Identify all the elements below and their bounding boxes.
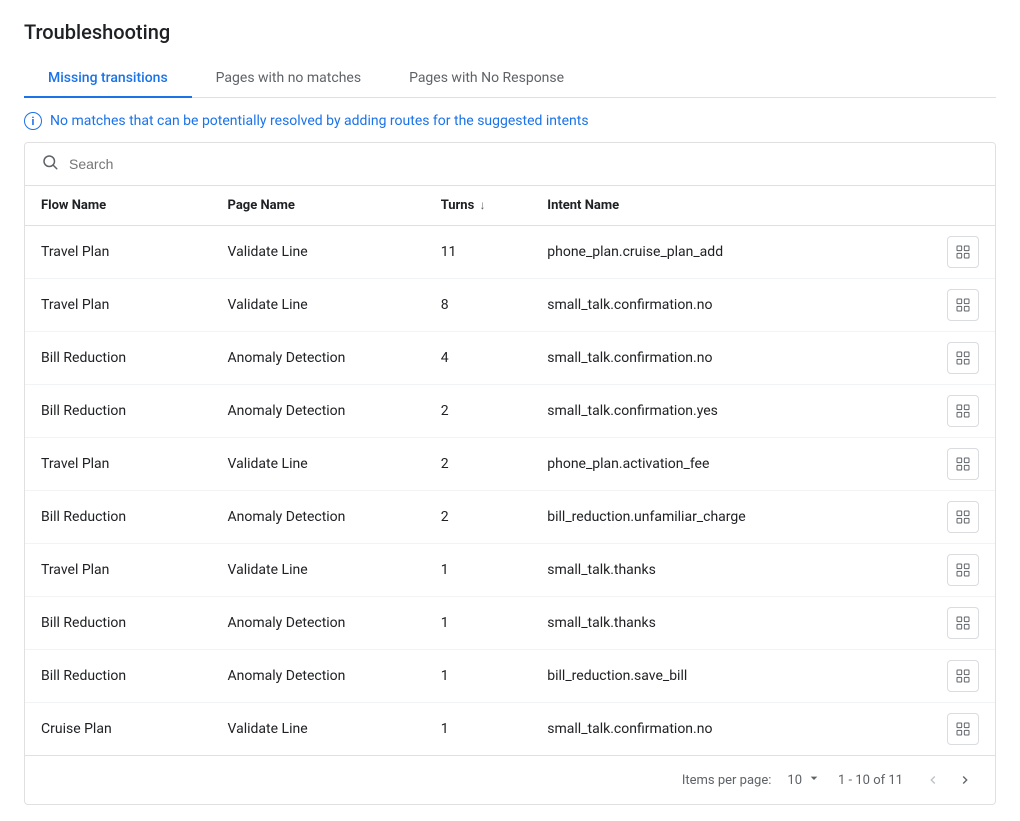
cell-action xyxy=(931,650,995,703)
row-action-button[interactable] xyxy=(947,342,979,374)
cell-action xyxy=(931,226,995,279)
search-input[interactable] xyxy=(69,156,979,172)
cell-turns: 2 xyxy=(425,491,532,544)
cell-flow-name: Bill Reduction xyxy=(25,650,212,703)
row-action-button[interactable] xyxy=(947,607,979,639)
cell-turns: 2 xyxy=(425,385,532,438)
row-action-button[interactable] xyxy=(947,501,979,533)
table-row: Bill ReductionAnomaly Detection1bill_red… xyxy=(25,650,995,703)
per-page-dropdown-icon xyxy=(806,770,822,790)
cell-turns: 2 xyxy=(425,438,532,491)
tab-pages-no-matches[interactable]: Pages with no matches xyxy=(192,60,385,98)
table-row: Travel PlanValidate Line8small_talk.conf… xyxy=(25,279,995,332)
cell-page-name: Validate Line xyxy=(212,279,425,332)
info-banner: i No matches that can be potentially res… xyxy=(24,98,996,142)
col-header-page-name: Page Name xyxy=(212,186,425,226)
col-header-action xyxy=(931,186,995,226)
cell-intent-name: small_talk.confirmation.no xyxy=(531,332,931,385)
cell-action xyxy=(931,332,995,385)
cell-turns: 8 xyxy=(425,279,532,332)
info-icon: i xyxy=(24,112,42,130)
cell-intent-name: phone_plan.cruise_plan_add xyxy=(531,226,931,279)
per-page-select[interactable]: 10 xyxy=(787,770,822,790)
cell-intent-name: bill_reduction.unfamiliar_charge xyxy=(531,491,931,544)
cell-action xyxy=(931,544,995,597)
page-range: 1 - 10 of 11 xyxy=(838,773,903,788)
cell-page-name: Validate Line xyxy=(212,226,425,279)
table-row: Travel PlanValidate Line1small_talk.than… xyxy=(25,544,995,597)
table-row: Bill ReductionAnomaly Detection2bill_red… xyxy=(25,491,995,544)
cell-action xyxy=(931,385,995,438)
col-header-turns[interactable]: Turns ↓ xyxy=(425,186,532,226)
cell-flow-name: Travel Plan xyxy=(25,544,212,597)
cell-action xyxy=(931,703,995,756)
table-row: Travel PlanValidate Line2phone_plan.acti… xyxy=(25,438,995,491)
cell-turns: 1 xyxy=(425,597,532,650)
tab-pages-no-response[interactable]: Pages with No Response xyxy=(385,60,588,98)
search-row xyxy=(25,143,995,186)
nav-buttons xyxy=(919,766,979,794)
cell-page-name: Anomaly Detection xyxy=(212,332,425,385)
cell-intent-name: phone_plan.activation_fee xyxy=(531,438,931,491)
cell-page-name: Anomaly Detection xyxy=(212,597,425,650)
col-header-intent-name: Intent Name xyxy=(531,186,931,226)
row-action-button[interactable] xyxy=(947,289,979,321)
cell-turns: 4 xyxy=(425,332,532,385)
cell-action xyxy=(931,597,995,650)
search-icon xyxy=(41,153,59,175)
data-table: Flow Name Page Name Turns ↓ Intent Name … xyxy=(25,186,995,755)
row-action-button[interactable] xyxy=(947,660,979,692)
cell-page-name: Anomaly Detection xyxy=(212,385,425,438)
cell-intent-name: small_talk.confirmation.no xyxy=(531,703,931,756)
cell-page-name: Validate Line xyxy=(212,438,425,491)
row-action-button[interactable] xyxy=(947,236,979,268)
cell-action xyxy=(931,279,995,332)
cell-flow-name: Bill Reduction xyxy=(25,491,212,544)
page-title: Troubleshooting xyxy=(24,20,996,44)
col-header-flow-name: Flow Name xyxy=(25,186,212,226)
cell-intent-name: small_talk.confirmation.no xyxy=(531,279,931,332)
cell-intent-name: bill_reduction.save_bill xyxy=(531,650,931,703)
cell-turns: 1 xyxy=(425,703,532,756)
next-page-button[interactable] xyxy=(951,766,979,794)
cell-action xyxy=(931,491,995,544)
cell-action xyxy=(931,438,995,491)
sort-arrow-icon: ↓ xyxy=(480,198,486,212)
cell-flow-name: Bill Reduction xyxy=(25,332,212,385)
per-page-value: 10 xyxy=(787,773,802,788)
table-row: Bill ReductionAnomaly Detection1small_ta… xyxy=(25,597,995,650)
cell-flow-name: Bill Reduction xyxy=(25,385,212,438)
cell-intent-name: small_talk.thanks xyxy=(531,597,931,650)
cell-intent-name: small_talk.thanks xyxy=(531,544,931,597)
cell-flow-name: Bill Reduction xyxy=(25,597,212,650)
cell-turns: 11 xyxy=(425,226,532,279)
row-action-button[interactable] xyxy=(947,448,979,480)
cell-page-name: Validate Line xyxy=(212,544,425,597)
cell-flow-name: Travel Plan xyxy=(25,438,212,491)
cell-turns: 1 xyxy=(425,544,532,597)
table-row: Cruise PlanValidate Line1small_talk.conf… xyxy=(25,703,995,756)
cell-intent-name: small_talk.confirmation.yes xyxy=(531,385,931,438)
cell-flow-name: Travel Plan xyxy=(25,279,212,332)
table-row: Bill ReductionAnomaly Detection4small_ta… xyxy=(25,332,995,385)
cell-page-name: Validate Line xyxy=(212,703,425,756)
row-action-button[interactable] xyxy=(947,713,979,745)
row-action-button[interactable] xyxy=(947,554,979,586)
cell-flow-name: Cruise Plan xyxy=(25,703,212,756)
cell-flow-name: Travel Plan xyxy=(25,226,212,279)
cell-page-name: Anomaly Detection xyxy=(212,491,425,544)
cell-turns: 1 xyxy=(425,650,532,703)
tab-missing-transitions[interactable]: Missing transitions xyxy=(24,60,192,98)
tabs-bar: Missing transitions Pages with no matche… xyxy=(24,60,996,98)
prev-page-button[interactable] xyxy=(919,766,947,794)
table-row: Bill ReductionAnomaly Detection2small_ta… xyxy=(25,385,995,438)
pagination-row: Items per page: 10 1 - 10 of 11 xyxy=(25,755,995,804)
info-banner-text: No matches that can be potentially resol… xyxy=(50,113,589,129)
data-table-wrapper: Flow Name Page Name Turns ↓ Intent Name … xyxy=(24,142,996,805)
cell-page-name: Anomaly Detection xyxy=(212,650,425,703)
table-row: Travel PlanValidate Line11phone_plan.cru… xyxy=(25,226,995,279)
items-per-page-label: Items per page: xyxy=(682,773,772,788)
row-action-button[interactable] xyxy=(947,395,979,427)
